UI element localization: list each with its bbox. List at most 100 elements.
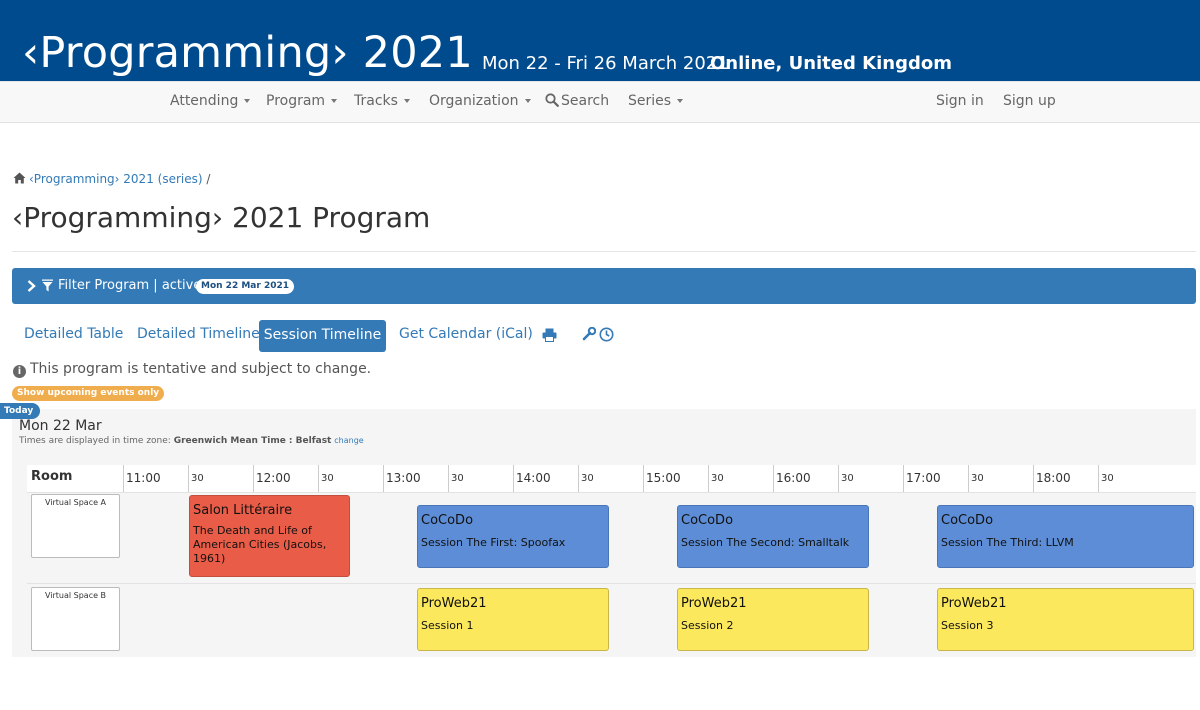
tick-label: 18:00 — [1036, 471, 1071, 485]
timezone-prefix: Times are displayed in time zone: — [19, 436, 171, 446]
event-proweb21-session-3[interactable]: ProWeb21 Session 3 — [937, 588, 1194, 651]
tick-line — [643, 465, 644, 492]
tick-line — [838, 465, 839, 492]
header-banner: ‹Programming› 2021 Mon 22 - Fri 26 March… — [0, 0, 1200, 81]
event-salon-litteraire[interactable]: Salon Littéraire The Death and Life of A… — [189, 495, 350, 577]
event-cocodo-session-2[interactable]: CoCoDo Session The Second: Smalltalk — [677, 505, 869, 568]
nav-tracks-label: Tracks — [354, 93, 398, 109]
nav-organization-label: Organization — [429, 93, 519, 109]
tick-label: 13:00 — [386, 471, 421, 485]
tick-label: 16:00 — [776, 471, 811, 485]
conference-dates: Mon 22 - Fri 26 March 2021 — [482, 53, 729, 74]
nav-search[interactable]: Search — [545, 93, 609, 109]
tick-line — [1033, 465, 1034, 492]
clock-icon[interactable] — [599, 327, 614, 342]
event-cocodo-session-3[interactable]: CoCoDo Session The Third: LLVM — [937, 505, 1194, 568]
conference-location: Online, United Kingdom — [710, 53, 952, 74]
event-subtitle: Session 2 — [681, 619, 734, 632]
tick-label: 11:00 — [126, 471, 161, 485]
caret-down-icon — [244, 99, 251, 103]
event-proweb21-session-1[interactable]: ProWeb21 Session 1 — [417, 588, 609, 651]
caret-down-icon — [677, 99, 684, 103]
print-icon[interactable] — [542, 328, 557, 342]
filter-program-bar[interactable]: Filter Program | active: Mon 22 Mar 2021 — [12, 268, 1196, 304]
tick-label: 30 — [451, 473, 464, 484]
timezone-info: Times are displayed in time zone: Greenw… — [19, 436, 364, 446]
breadcrumb: ‹Programming› 2021 (series) / — [13, 172, 210, 186]
tick-line — [448, 465, 449, 492]
tick-line — [968, 465, 969, 492]
tick-line — [123, 465, 124, 492]
caret-down-icon — [331, 99, 338, 103]
room-column-header: Room — [31, 469, 73, 484]
tick-label: 30 — [711, 473, 724, 484]
home-icon[interactable] — [13, 172, 26, 184]
room-name: Virtual Space A — [44, 498, 107, 507]
nav-program[interactable]: Program — [266, 93, 338, 109]
tab-detailed-timeline[interactable]: Detailed Timeline — [137, 326, 260, 342]
nav-attending-label: Attending — [170, 93, 239, 109]
event-title: CoCoDo — [681, 513, 734, 528]
event-title: Salon Littéraire — [193, 503, 293, 518]
breadcrumb-series-link[interactable]: ‹Programming› 2021 (series) — [29, 172, 203, 186]
nav-program-label: Program — [266, 93, 326, 109]
tentative-notice-text: This program is tentative and subject to… — [30, 361, 372, 377]
nav-search-label: Search — [561, 93, 610, 109]
room-virtual-space-a: Virtual Space A — [31, 494, 120, 558]
event-title: ProWeb21 — [681, 596, 747, 611]
nav-series-label: Series — [628, 93, 672, 109]
tab-detailed-table[interactable]: Detailed Table — [24, 326, 123, 342]
room-name: Virtual Space B — [44, 591, 107, 600]
tick-label: 30 — [321, 473, 334, 484]
timezone-change-link[interactable]: change — [334, 436, 363, 445]
nav-sign-in[interactable]: Sign in — [936, 93, 984, 109]
event-subtitle: Session The Second: Smalltalk — [681, 536, 850, 549]
timezone-name: Greenwich Mean Time : Belfast — [173, 436, 332, 446]
tab-get-calendar[interactable]: Get Calendar (iCal) — [399, 326, 533, 342]
tick-label: 30 — [191, 473, 204, 484]
filter-icon — [42, 279, 53, 292]
row-divider — [27, 583, 1196, 584]
tick-line — [1098, 465, 1099, 492]
tab-session-timeline[interactable]: Session Timeline — [259, 320, 386, 352]
nav-sign-up[interactable]: Sign up — [1003, 93, 1056, 109]
tick-label: 17:00 — [906, 471, 941, 485]
event-cocodo-session-1[interactable]: CoCoDo Session The First: Spoofax — [417, 505, 609, 568]
title-divider — [12, 251, 1196, 252]
event-subtitle: Session 3 — [941, 619, 994, 632]
tick-label: 14:00 — [516, 471, 551, 485]
tick-line — [188, 465, 189, 492]
tick-line — [708, 465, 709, 492]
nav-tracks[interactable]: Tracks — [354, 93, 410, 109]
wrench-icon[interactable] — [582, 327, 596, 341]
tick-line — [773, 465, 774, 492]
tick-label: 12:00 — [256, 471, 291, 485]
event-proweb21-session-2[interactable]: ProWeb21 Session 2 — [677, 588, 869, 651]
tick-label: 30 — [971, 473, 984, 484]
info-icon: i — [13, 365, 26, 378]
search-icon — [545, 93, 559, 107]
page-title: ‹Programming› 2021 Program — [12, 201, 431, 234]
event-title: ProWeb21 — [421, 596, 487, 611]
active-filter-badge: Mon 22 Mar 2021 — [196, 279, 294, 294]
nav-organization[interactable]: Organization — [429, 93, 531, 109]
tick-label: 30 — [1101, 473, 1114, 484]
chevron-right-icon — [27, 280, 36, 292]
event-subtitle: Session The First: Spoofax — [421, 536, 566, 549]
event-title: ProWeb21 — [941, 596, 1007, 611]
show-upcoming-button[interactable]: Show upcoming events only — [12, 386, 165, 401]
nav-attending[interactable]: Attending — [170, 93, 251, 109]
conference-title[interactable]: ‹Programming› 2021 — [22, 28, 473, 78]
tentative-notice: i This program is tentative and subject t… — [13, 361, 371, 378]
nav-series[interactable]: Series — [628, 93, 684, 109]
caret-down-icon — [403, 99, 410, 103]
tick-line — [903, 465, 904, 492]
tick-label: 15:00 — [646, 471, 681, 485]
tick-line — [318, 465, 319, 492]
today-marker[interactable]: Today — [0, 403, 40, 419]
event-subtitle: The Death and Life of American Cities (J… — [193, 524, 327, 565]
schedule-day-label: Mon 22 Mar — [19, 418, 102, 434]
tick-line — [253, 465, 254, 492]
row-divider — [27, 492, 1196, 493]
tick-line — [513, 465, 514, 492]
